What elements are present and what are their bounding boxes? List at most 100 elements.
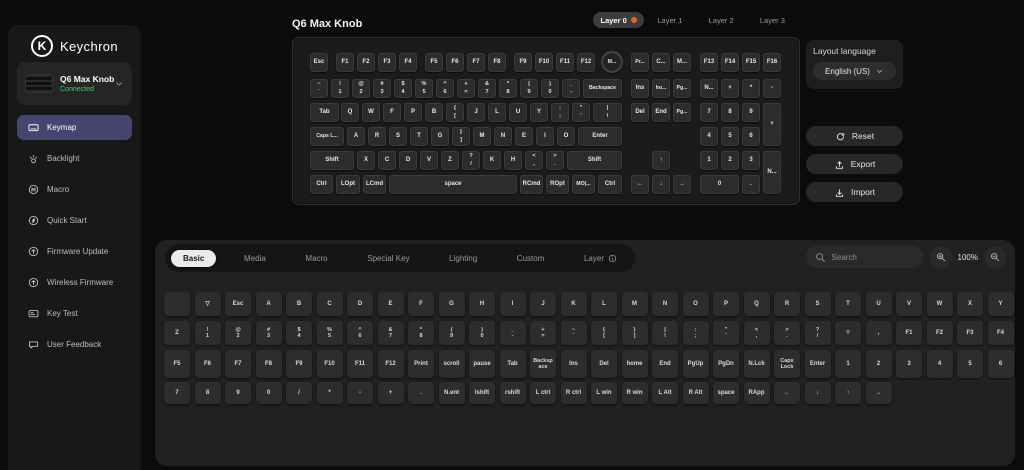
keyboard-key[interactable]: < , <box>525 151 543 170</box>
picker-key[interactable]: PgUp <box>683 350 709 378</box>
picker-key[interactable]: E <box>378 292 404 316</box>
picker-key[interactable]: R win <box>622 382 648 404</box>
keyboard-key[interactable]: F14 <box>721 53 739 72</box>
picker-key[interactable]: 3 <box>896 350 922 378</box>
keyboard-key[interactable]: F16 <box>763 53 781 72</box>
keyboard-key[interactable]: ↓ <box>652 175 670 194</box>
picker-key[interactable]: & 7 <box>378 321 404 345</box>
keyboard-key[interactable]: Pr... <box>631 53 649 72</box>
keyboard-key[interactable]: J <box>467 103 485 122</box>
device-selector[interactable]: Q6 Max Knob Connected <box>17 62 132 105</box>
keyboard-key[interactable]: Ctrl <box>598 175 622 194</box>
keyboard-key[interactable]: RCmd <box>520 175 543 194</box>
keyboard-key[interactable]: O <box>557 127 575 146</box>
export-button[interactable]: Export <box>806 154 903 174</box>
picker-key[interactable]: B <box>286 292 312 316</box>
picker-key[interactable]: 0 <box>256 382 282 404</box>
picker-key[interactable]: L win <box>591 382 617 404</box>
picker-key[interactable]: 8 <box>195 382 221 404</box>
keyboard-key[interactable]: + <box>763 103 781 146</box>
keyboard-key[interactable]: Pg... <box>673 103 691 122</box>
picker-key[interactable]: + <box>378 382 404 404</box>
keyboard-key[interactable]: K <box>483 151 501 170</box>
keyboard-key[interactable]: . <box>742 175 760 194</box>
keyboard-key[interactable]: Z <box>441 151 459 170</box>
picker-key[interactable]: F <box>408 292 434 316</box>
picker-key[interactable]: " ' <box>713 321 739 345</box>
picker-key[interactable]: F12 <box>378 350 404 378</box>
picker-key[interactable]: Q <box>744 292 770 316</box>
keyboard-key[interactable]: } ] <box>452 127 470 146</box>
picker-key[interactable]: Backsp ace <box>530 350 556 378</box>
keyboard-key[interactable]: F2 <box>357 53 375 72</box>
picker-key[interactable]: ) 0 <box>469 321 495 345</box>
keyboard-key[interactable]: Shift <box>567 151 622 170</box>
picker-key[interactable]: L ctrl <box>530 382 556 404</box>
keyboard-key[interactable]: : ; <box>551 103 569 122</box>
keyboard-key[interactable]: V <box>420 151 438 170</box>
keyboard-key[interactable]: H <box>504 151 522 170</box>
picker-key[interactable]: F1 <box>896 321 922 345</box>
keyboard-key[interactable]: F13 <box>700 53 718 72</box>
picker-key[interactable]: Tab <box>500 350 526 378</box>
picker-key[interactable]: F6 <box>195 350 221 378</box>
keyboard-key[interactable]: ? / <box>462 151 480 170</box>
keyboard-key[interactable]: W <box>362 103 380 122</box>
picker-key[interactable]: S <box>805 292 831 316</box>
picker-key[interactable]: F7 <box>225 350 251 378</box>
sidebar-item-firmware-update[interactable]: Firmware Update <box>17 239 132 264</box>
keyboard-key[interactable]: * 8 <box>499 79 517 98</box>
keyboard-key[interactable]: End <box>652 103 670 122</box>
keyboard-key[interactable]: F <box>383 103 401 122</box>
picker-key[interactable]: ▽ <box>195 292 221 316</box>
sidebar-item-macro[interactable]: Macro <box>17 177 132 202</box>
keyboard-key[interactable]: ~ ` <box>310 79 328 98</box>
keyboard-key[interactable]: Y <box>530 103 548 122</box>
keyboard-key[interactable]: ← <box>631 175 649 194</box>
keyboard-key[interactable]: { [ <box>446 103 464 122</box>
tab-layer[interactable]: Layer <box>572 250 629 267</box>
picker-key[interactable]: | \ <box>652 321 678 345</box>
keyboard-key[interactable]: E <box>515 127 533 146</box>
picker-key[interactable]: N.ent <box>439 382 465 404</box>
picker-key[interactable]: Ins <box>561 350 587 378</box>
picker-key[interactable]: , <box>866 321 892 345</box>
picker-key[interactable]: * 8 <box>408 321 434 345</box>
keyboard-key[interactable]: space <box>389 175 517 194</box>
keyboard-key[interactable]: F8 <box>488 53 506 72</box>
keyboard-key[interactable]: F11 <box>556 53 574 72</box>
keyboard-key[interactable]: Ctrl <box>310 175 333 194</box>
keyboard-key[interactable]: Shift <box>310 151 354 170</box>
keyboard-key[interactable]: Tab <box>310 103 339 122</box>
layer-tab-0[interactable]: Layer 0 <box>593 12 644 28</box>
picker-key[interactable]: _ - <box>500 321 526 345</box>
picker-key[interactable]: Del <box>591 350 617 378</box>
picker-key[interactable]: = <box>835 321 861 345</box>
picker-key[interactable]: F10 <box>317 350 343 378</box>
picker-key[interactable]: X <box>957 292 983 316</box>
picker-key[interactable]: { [ <box>591 321 617 345</box>
keyboard-key[interactable]: N... <box>763 151 781 194</box>
picker-key[interactable]: U <box>866 292 892 316</box>
keyboard-key[interactable]: Backspace <box>583 79 622 98</box>
keyboard-key[interactable]: F5 <box>425 53 443 72</box>
keyboard-key[interactable]: $ 4 <box>394 79 412 98</box>
tab-custom[interactable]: Custom <box>505 250 557 267</box>
keyboard-key[interactable]: ) 0 <box>541 79 559 98</box>
layer-tab-1[interactable]: Layer 1 <box>644 12 695 28</box>
keyboard-key[interactable]: ! 1 <box>331 79 349 98</box>
picker-key[interactable]: W <box>927 292 953 316</box>
keyboard-key[interactable]: Caps L... <box>310 127 344 146</box>
keyboard-key[interactable]: Ins <box>631 79 649 98</box>
reset-button[interactable]: Reset <box>806 126 903 146</box>
picker-key[interactable]: F4 <box>988 321 1014 345</box>
keyboard-key[interactable]: + <box>721 79 739 98</box>
keyboard-key[interactable]: | \ <box>593 103 622 122</box>
picker-key[interactable]: H <box>469 292 495 316</box>
picker-key[interactable]: ! 1 <box>195 321 221 345</box>
picker-key[interactable]: ~ ` <box>561 321 587 345</box>
picker-key[interactable]: @ 2 <box>225 321 251 345</box>
keyboard-key[interactable]: B <box>425 103 443 122</box>
keyboard-key[interactable]: C <box>378 151 396 170</box>
sidebar-item-keymap[interactable]: Keymap <box>17 115 132 140</box>
